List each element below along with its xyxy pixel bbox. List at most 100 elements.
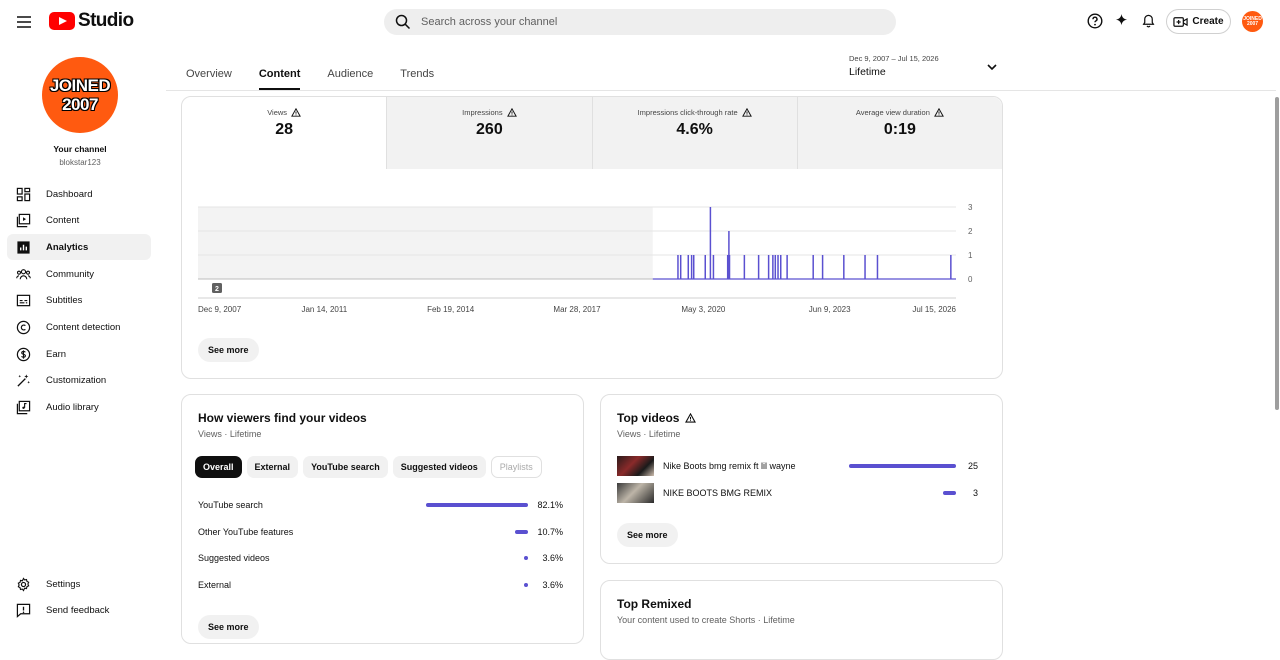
top-video-row: Nike Boots bmg remix ft lil wayne 25 — [617, 456, 987, 476]
see-more-button[interactable]: See more — [198, 615, 259, 639]
metric-impressions[interactable]: Impressions 260 — [386, 97, 592, 169]
sidebar-item-label: Dashboard — [46, 188, 93, 200]
traffic-source-percent: 3.6% — [542, 553, 563, 564]
traffic-source-label: Other YouTube features — [198, 526, 294, 537]
sidebar-item-audio-library[interactable]: Audio library — [7, 395, 151, 421]
sidebar-item-subtitles[interactable]: Subtitles — [7, 288, 151, 314]
metric-value: 28 — [275, 121, 294, 138]
see-more-button[interactable]: See more — [198, 338, 259, 362]
analytics-tabs: Overview Content Audience Trends — [186, 44, 461, 90]
channel-avatar[interactable]: JOINED 2007 — [42, 57, 118, 133]
dollar-icon — [16, 347, 31, 361]
sidebar-item-content[interactable]: Content — [7, 208, 151, 234]
card-subtitle: Views · Lifetime — [617, 429, 681, 439]
traffic-source-percent: 82.1% — [537, 500, 563, 510]
sidebar-item-label: Audio library — [46, 402, 99, 413]
see-more-button[interactable]: See more — [617, 523, 678, 547]
chip-external[interactable]: External — [246, 456, 299, 478]
sidebar-item-label: Community — [46, 268, 95, 280]
help-icon[interactable] — [1086, 12, 1103, 29]
tab-content[interactable]: Content — [258, 44, 300, 90]
traffic-source-label: YouTube search — [198, 500, 263, 510]
youtube-logo-icon — [49, 12, 75, 30]
account-avatar[interactable]: JOINED 2007 — [1242, 11, 1263, 32]
video-views-count: 25 — [967, 461, 978, 471]
video-title[interactable]: Nike Boots bmg remix ft lil wayne — [663, 461, 843, 471]
metric-label: Impressions click-through rate — [637, 108, 738, 117]
page-scrollbar[interactable] — [1275, 97, 1279, 410]
community-icon — [16, 268, 31, 279]
chip-suggested-videos[interactable]: Suggested videos — [392, 456, 486, 478]
search-bar[interactable] — [384, 9, 896, 35]
channel-handle: blokstar123 — [59, 158, 101, 167]
metric-ctr[interactable]: Impressions click-through rate 4.6% — [591, 97, 797, 169]
chip-overall[interactable]: Overall — [195, 456, 242, 478]
studio-logo[interactable]: Studio — [49, 10, 134, 32]
card-title: Top Remixed — [617, 597, 692, 611]
y-tick-label: 0 — [968, 275, 973, 284]
traffic-source-bar — [426, 503, 528, 507]
chip-youtube-search[interactable]: YouTube search — [303, 456, 388, 478]
metrics-chart-card: Views 28 Impressions 260 Impressions cli… — [181, 96, 1003, 379]
video-title[interactable]: NIKE BOOTS BMG REMIX — [663, 488, 843, 498]
chevron-down-icon — [987, 64, 997, 71]
sidebar-item-settings[interactable]: Settings — [7, 571, 151, 597]
gear-icon — [17, 576, 30, 592]
chip-playlists[interactable]: Playlists — [490, 456, 542, 478]
no-data-region — [198, 207, 653, 279]
traffic-source-row: External 3.6% — [198, 577, 563, 593]
create-button[interactable]: Create — [1166, 9, 1231, 34]
sidebar-item-analytics[interactable]: Analytics — [7, 234, 151, 261]
annotation-marker-label: 2 — [215, 286, 219, 293]
warning-icon — [685, 413, 697, 423]
notifications-bell-icon[interactable] — [1140, 12, 1157, 29]
x-tick-label: Feb 19, 2014 — [427, 305, 475, 314]
sidebar-item-send-feedback[interactable]: Send feedback — [7, 598, 151, 624]
audio-library-icon — [16, 400, 31, 415]
search-input[interactable] — [421, 16, 861, 28]
traffic-filter-chips: Overall External YouTube search Suggeste… — [195, 456, 542, 478]
menu-icon[interactable] — [14, 12, 34, 32]
avatar-line-1: JOINED — [49, 76, 111, 95]
magic-wand-icon — [17, 374, 30, 387]
analytics-icon — [17, 241, 30, 254]
warning-icon — [291, 108, 301, 117]
sidebar: JOINED 2007 Your channel blokstar123 Das… — [0, 44, 160, 631]
traffic-source-bar — [523, 583, 528, 588]
sidebar-item-content-detection[interactable]: Content detection — [7, 314, 151, 340]
sidebar-item-label: Content — [46, 215, 80, 227]
sidebar-item-label: Customization — [46, 375, 107, 387]
sidebar-item-label: Analytics — [46, 241, 89, 253]
tab-trends[interactable]: Trends — [400, 44, 434, 90]
sidebar-item-community[interactable]: Community — [7, 261, 151, 287]
video-views-bar — [849, 464, 956, 468]
video-thumbnail[interactable] — [617, 483, 654, 503]
metric-avg-view-duration[interactable]: Average view duration 0:19 — [796, 97, 1002, 169]
date-range-dates: Dec 9, 2007 – Jul 15, 2026 — [849, 54, 939, 63]
traffic-source-percent: 3.6% — [542, 580, 563, 591]
top-remixed-card: Top Remixed Your content used to create … — [600, 580, 1003, 660]
avatar-line-2: 2007 — [62, 95, 98, 114]
sidebar-item-dashboard[interactable]: Dashboard — [7, 181, 151, 207]
tab-audience[interactable]: Audience — [327, 44, 373, 90]
content-icon — [16, 213, 31, 228]
sidebar-bottom-nav: Settings Send feedback — [7, 571, 151, 624]
logo-text: Studio — [78, 10, 134, 31]
traffic-source-bar-track — [408, 529, 528, 534]
video-views-bar-track — [848, 491, 956, 495]
tab-overview[interactable]: Overview — [186, 44, 232, 90]
your-channel-label: Your channel — [53, 144, 107, 154]
sidebar-item-customization[interactable]: Customization — [7, 368, 151, 394]
video-thumbnail[interactable] — [617, 456, 654, 476]
sidebar-item-label: Send feedback — [46, 605, 110, 617]
metric-value: 4.6% — [676, 121, 713, 138]
warning-icon — [741, 108, 752, 117]
sidebar-item-earn[interactable]: Earn — [7, 341, 151, 367]
sidebar-nav: Dashboard Content Analytics Community Su… — [7, 181, 151, 421]
sparkle-icon[interactable] — [1113, 12, 1130, 29]
views-chart: 0 1 2 3 Dec 9, 2007 Jan 14, 2011 Feb 19, 2014… — [198, 203, 973, 314]
top-videos-card: Top videos Views · Lifetime Nike Boots b… — [600, 394, 1003, 564]
date-range-selector[interactable]: Dec 9, 2007 – Jul 15, 2026 Lifetime — [849, 54, 1001, 78]
metric-value: 260 — [476, 121, 503, 138]
metric-views[interactable]: Views 28 — [182, 97, 387, 169]
